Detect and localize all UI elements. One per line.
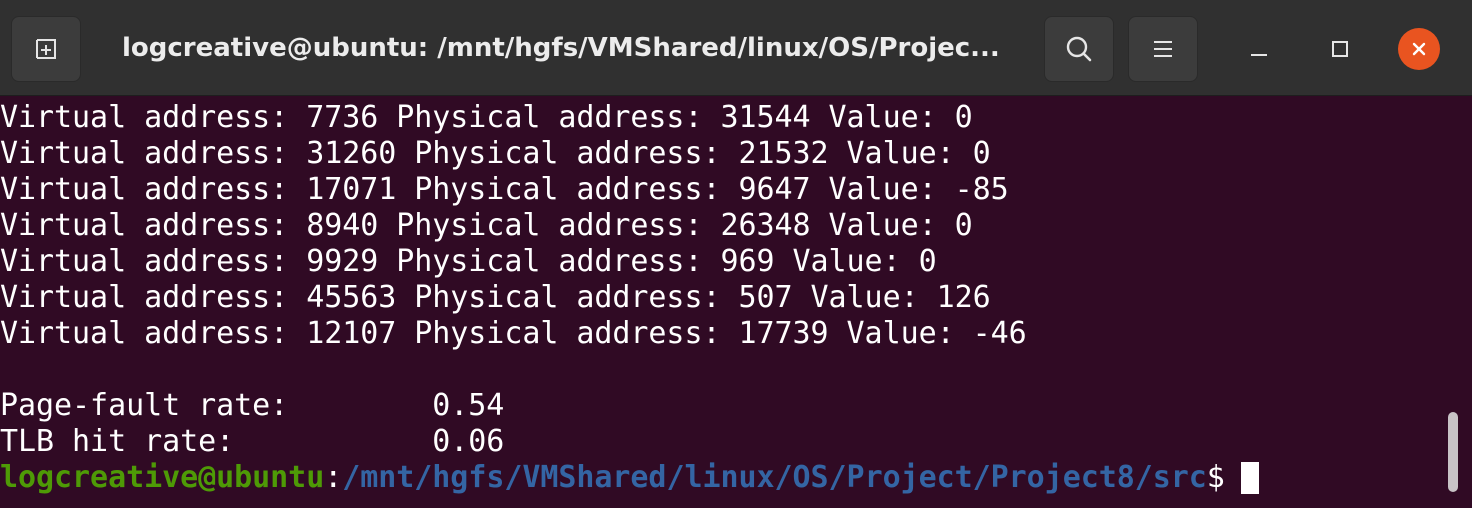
new-tab-icon [36,39,56,59]
menu-button[interactable] [1128,16,1198,82]
output-line: Virtual address: 9929 Physical address: … [0,244,937,279]
search-button[interactable] [1044,16,1114,82]
window-title: logcreative@ubuntu: /mnt/hgfs/VMShared/l… [122,33,1000,63]
text-cursor [1241,462,1259,494]
close-icon [1412,42,1426,56]
new-tab-button[interactable] [11,16,81,82]
shell-prompt: logcreative@ubuntu:/mnt/hgfs/VMShared/li… [0,460,1243,496]
terminal-output-area[interactable]: Virtual address: 7736 Physical address: … [0,96,1472,508]
output-line: Virtual address: 7736 Physical address: … [0,100,973,135]
terminal-window: logcreative@ubuntu: /mnt/hgfs/VMShared/l… [0,0,1472,508]
maximize-button[interactable] [1319,28,1361,70]
output-line: Virtual address: 45563 Physical address:… [0,280,991,315]
close-button[interactable] [1398,28,1440,70]
title-bar: logcreative@ubuntu: /mnt/hgfs/VMShared/l… [0,0,1472,96]
page-fault-rate-line: Page-fault rate: 0.54 [0,388,505,423]
minimize-icon [1251,54,1267,56]
prompt-path: /mnt/hgfs/VMShared/linux/OS/Project/Proj… [342,460,1207,495]
maximize-icon [1332,41,1348,57]
output-line: Virtual address: 17071 Physical address:… [0,172,1009,207]
output-line: Virtual address: 31260 Physical address:… [0,136,991,171]
output-line: Virtual address: 12107 Physical address:… [0,316,1027,351]
minimize-button[interactable] [1238,28,1280,70]
prompt-colon: : [324,460,343,495]
search-icon [1066,36,1092,62]
tlb-hit-rate-line: TLB hit rate: 0.06 [0,424,505,459]
prompt-user-host: logcreative@ubuntu [0,460,325,495]
prompt-dollar: $ [1206,460,1243,495]
scrollbar-thumb[interactable] [1448,412,1458,492]
hamburger-menu-icon [1154,41,1172,57]
output-line: Virtual address: 8940 Physical address: … [0,208,973,243]
